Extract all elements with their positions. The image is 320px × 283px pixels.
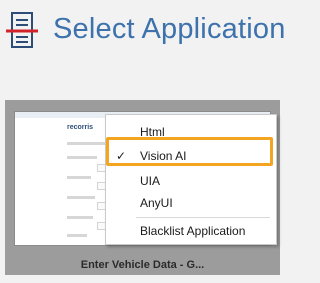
- thumbnail-line: [67, 142, 107, 145]
- card-label[interactable]: Enter Vehicle Data - G...: [5, 259, 280, 271]
- page-title: Select Application: [53, 13, 286, 45]
- thumbnail-logo: recorris: [67, 124, 94, 131]
- thumbnail-line: [67, 196, 95, 199]
- thumbnail-line: [67, 176, 91, 179]
- context-menu: Html ✓ Vision AI UIA AnyUI Blacklist App…: [105, 114, 277, 245]
- thumbnail-line: [67, 156, 97, 159]
- menu-separator: [136, 217, 270, 218]
- header: Select Application: [0, 0, 286, 70]
- menu-item-label: Blacklist Application: [140, 224, 246, 238]
- highlight-box: [106, 137, 273, 166]
- menu-item-blacklist-application[interactable]: Blacklist Application: [106, 220, 276, 242]
- menu-item-label: UIA: [140, 174, 161, 188]
- menu-item-anyui[interactable]: AnyUI: [106, 192, 276, 214]
- thumbnail-line: [67, 234, 87, 237]
- menu-item-label: AnyUI: [140, 196, 173, 210]
- application-list-icon: [6, 12, 38, 48]
- thumbnail-line: [67, 216, 93, 219]
- menu-item-uia[interactable]: UIA: [106, 170, 276, 192]
